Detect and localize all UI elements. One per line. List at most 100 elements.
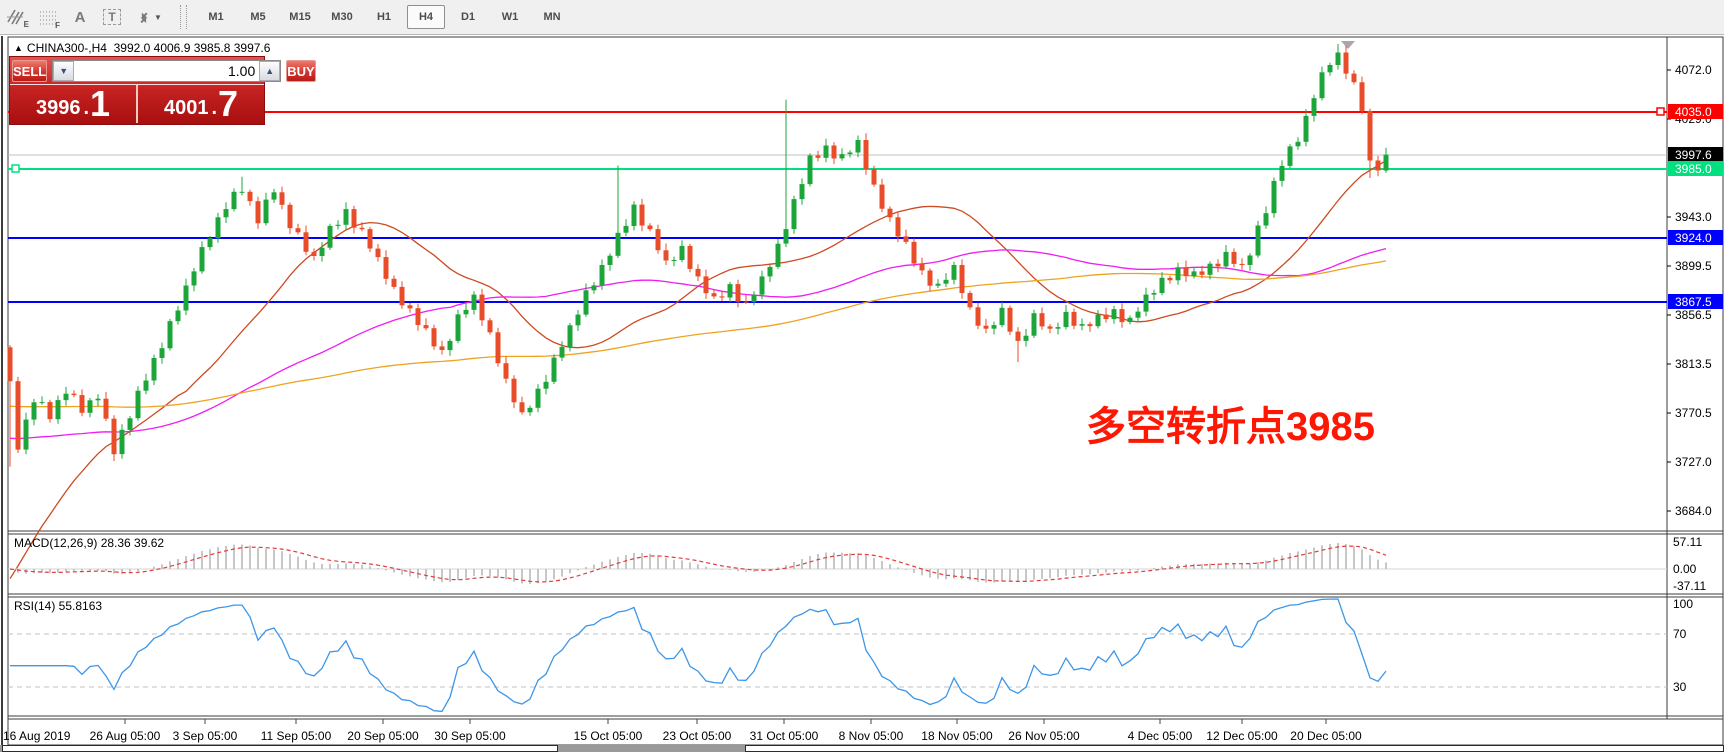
candle-body <box>8 347 13 381</box>
buy-price-pip: 7 <box>218 89 238 119</box>
candle-body <box>504 363 509 379</box>
date-label: 3 Sep 05:00 <box>173 729 238 743</box>
sell-button[interactable]: SELL <box>12 60 47 82</box>
mt4-window: E F A T ▼ M1 M5 M15 M30 <box>0 0 1724 752</box>
candle-body <box>640 205 645 226</box>
candle-body <box>808 156 813 185</box>
candle-body <box>1304 116 1309 142</box>
candle-body <box>576 315 581 326</box>
price-tick-label: 3943.0 <box>1675 210 1712 224</box>
price-badge-label: 3985.0 <box>1675 162 1712 176</box>
buy-price[interactable]: 4001 . 7 <box>136 84 264 123</box>
candle-body <box>568 325 573 347</box>
candle-body <box>1192 271 1197 276</box>
price-tick-label: 3727.0 <box>1675 455 1712 469</box>
candle-body <box>784 229 789 244</box>
candle-body <box>352 209 357 228</box>
date-label: 23 Oct 05:00 <box>663 729 732 743</box>
buy-button[interactable]: BUY <box>286 60 315 82</box>
candle-body <box>1296 142 1301 147</box>
candle-body <box>56 400 61 419</box>
candle-body <box>1344 53 1349 74</box>
volume-increase-button[interactable]: ▲ <box>259 61 280 81</box>
candle-body <box>1144 295 1149 312</box>
candle-body <box>656 229 661 250</box>
sell-price-dot: . <box>83 97 89 119</box>
candle-body <box>976 307 981 325</box>
candle-body <box>232 192 237 209</box>
spinner-up-icon: ▲ <box>265 66 274 76</box>
date-label: 20 Sep 05:00 <box>347 729 419 743</box>
volume-decrease-button[interactable]: ▼ <box>53 61 74 81</box>
macd-tick-label: -37.11 <box>1673 579 1706 593</box>
candle-body <box>1160 278 1165 293</box>
candle-body <box>1360 82 1365 111</box>
candle-body <box>664 250 669 260</box>
candle-body <box>224 209 229 217</box>
candle-body <box>104 399 109 419</box>
candle-body <box>1016 332 1021 341</box>
candle-body <box>240 192 245 193</box>
candle-body <box>968 293 973 307</box>
price-tick-label: 3899.5 <box>1675 259 1712 273</box>
bottom-scrollbar[interactable] <box>0 745 1724 752</box>
sell-price-main: 3996 <box>36 97 81 119</box>
candle-body <box>496 332 501 363</box>
sell-price[interactable]: 3996 . 1 <box>10 84 136 123</box>
candle-body <box>816 156 821 158</box>
spinner-down-icon: ▼ <box>59 66 68 76</box>
candle-body <box>344 209 349 225</box>
candle-body <box>648 226 653 230</box>
date-label: 31 Oct 05:00 <box>750 729 819 743</box>
candle-body <box>600 265 605 285</box>
price-tick-label: 3684.0 <box>1675 504 1712 518</box>
candle-body <box>848 153 853 155</box>
candle-body <box>480 295 485 321</box>
candle-body <box>1088 324 1093 326</box>
candle-body <box>992 325 997 329</box>
price-badge-label: 3867.5 <box>1675 295 1712 309</box>
rsi-tick-label: 30 <box>1673 680 1687 694</box>
symbol-name: CHINA300-,H4 <box>27 41 107 55</box>
candle-body <box>464 310 469 314</box>
date-label: 18 Nov 05:00 <box>921 729 993 743</box>
line-handle[interactable] <box>1657 108 1664 115</box>
candle-body <box>728 284 733 297</box>
candle-body <box>1032 313 1037 336</box>
candle-body <box>688 246 693 269</box>
candle-body <box>408 305 413 308</box>
candle-body <box>824 146 829 158</box>
candle-body <box>920 263 925 270</box>
price-tick-label: 3770.5 <box>1675 406 1712 420</box>
date-label: 26 Aug 05:00 <box>90 729 161 743</box>
volume-input[interactable] <box>74 61 259 81</box>
candle-body <box>512 379 517 403</box>
candle-body <box>72 394 77 395</box>
symbol-header: ▲CHINA300-,H4 3992.0 4006.9 3985.8 3997.… <box>14 41 270 55</box>
candle-body <box>760 276 765 294</box>
date-label: 4 Dec 05:00 <box>1128 729 1193 743</box>
candle-body <box>416 308 421 325</box>
candle-body <box>1128 318 1133 322</box>
candle-body <box>1104 315 1109 320</box>
candle-body <box>152 358 157 381</box>
candle-body <box>320 248 325 256</box>
candle-body <box>208 238 213 247</box>
candle-body <box>168 321 173 348</box>
candle-body <box>840 154 845 158</box>
rsi-tick-label: 70 <box>1673 627 1687 641</box>
candle-body <box>704 276 709 293</box>
candle-body <box>472 295 477 310</box>
candle-body <box>680 246 685 260</box>
candle-body <box>1200 271 1205 274</box>
candle-body <box>1024 336 1029 341</box>
candle-body <box>192 271 197 285</box>
candle-body <box>856 140 861 153</box>
candle-body <box>1224 252 1229 267</box>
candle-body <box>768 267 773 277</box>
line-handle[interactable] <box>12 165 19 172</box>
candle-body <box>1216 264 1221 267</box>
candle-body <box>440 346 445 350</box>
candle-body <box>592 285 597 290</box>
candle-body <box>136 391 141 419</box>
